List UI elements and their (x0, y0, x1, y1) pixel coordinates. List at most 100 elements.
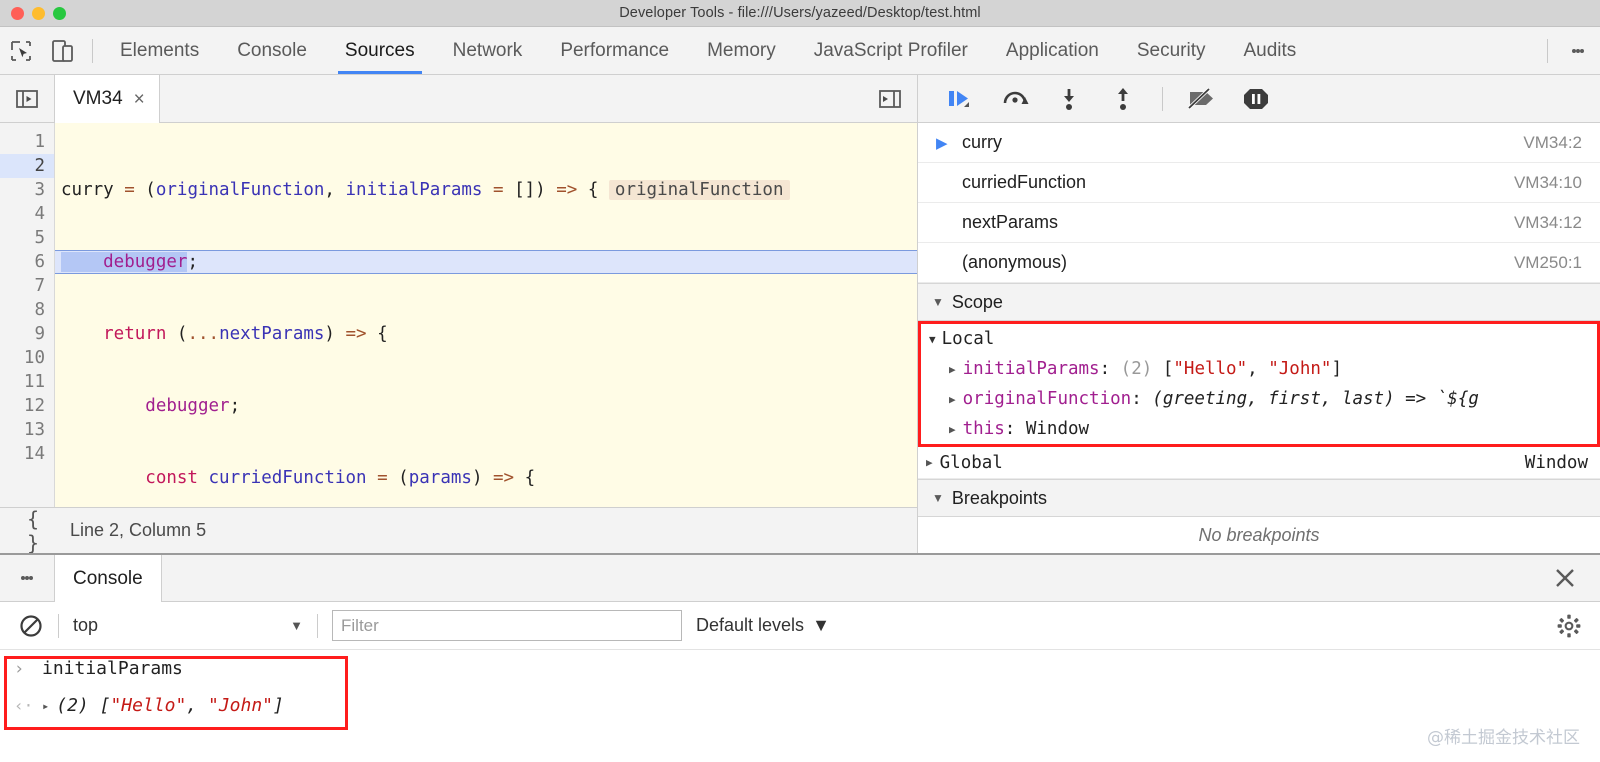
code-line-5: const curriedFunction = (params) => { (55, 466, 917, 490)
devtools-panel-tabbar: Elements Console Sources Network Perform… (0, 27, 1600, 75)
code-line-4: debugger; (55, 394, 917, 418)
device-toolbar-icon[interactable] (42, 27, 84, 74)
execution-context-selector[interactable]: top ▼ (73, 615, 303, 636)
call-stack-row[interactable]: ▶ curry VM34:2 (918, 123, 1600, 163)
editor-status-bar: { } Line 2, Column 5 (0, 507, 917, 553)
execution-context-value: top (73, 615, 98, 636)
call-stack-location: VM34:10 (1514, 173, 1582, 193)
file-tab-vm34[interactable]: VM34 × (54, 75, 160, 123)
line-number: 4 (0, 202, 54, 226)
call-stack-row[interactable]: curriedFunction VM34:10 (918, 163, 1600, 203)
sources-panel: VM34 × 1 2 3 (0, 75, 1600, 553)
tab-audits[interactable]: Audits (1224, 27, 1315, 74)
console-filter-input[interactable] (332, 610, 682, 641)
call-stack-row[interactable]: nextParams VM34:12 (918, 203, 1600, 243)
window-title-bar: Developer Tools - file:///Users/yazeed/D… (0, 0, 1600, 27)
pretty-print-icon[interactable]: { } (16, 507, 50, 555)
local-scope-toggle[interactable]: ▼ Local (921, 324, 1597, 354)
line-number-current: 2 (0, 154, 54, 178)
tab-security[interactable]: Security (1118, 27, 1225, 74)
toolbar-divider (92, 39, 93, 63)
console-input-message: › initialParams (0, 650, 1600, 687)
scope-entry-value: Window (1026, 419, 1089, 439)
resume-icon[interactable] (936, 79, 986, 119)
line-number: 12 (0, 394, 54, 418)
call-stack-function-name: (anonymous) (962, 252, 1067, 273)
line-number: 9 (0, 322, 54, 346)
call-stack-function-name: curry (962, 132, 1002, 153)
tab-javascript-profiler[interactable]: JavaScript Profiler (795, 27, 987, 74)
chevron-right-icon[interactable]: ▶ (949, 393, 956, 406)
breakpoints-empty-message: No breakpoints (918, 517, 1600, 553)
tab-application[interactable]: Application (987, 27, 1118, 74)
code-editor[interactable]: 1 2 3 4 5 6 7 8 9 10 11 12 13 14 curry = (0, 123, 917, 507)
breakpoints-section-header[interactable]: ▼ Breakpoints (918, 479, 1600, 517)
call-stack-location: VM34:2 (1523, 133, 1582, 153)
cursor-position: Line 2, Column 5 (70, 520, 206, 541)
scope-entry-colon: : (1131, 389, 1152, 409)
chevron-right-icon[interactable]: ▶ (926, 456, 933, 469)
expand-array-icon[interactable]: ▸ (42, 699, 49, 713)
tab-console[interactable]: Console (218, 27, 326, 74)
chevron-down-icon: ▼ (812, 615, 830, 636)
scope-entry-this[interactable]: ▶ this: Window (921, 414, 1597, 444)
deactivate-breakpoints-icon[interactable] (1177, 79, 1227, 119)
scope-entry-colon: : (1100, 359, 1121, 379)
scope-section-header[interactable]: ▼ Scope (918, 283, 1600, 321)
show-navigator-icon[interactable] (0, 75, 54, 122)
scope-entry-initialparams[interactable]: ▶ initialParams: (2) ["Hello", "John"] (921, 354, 1597, 384)
call-stack-function-name: nextParams (962, 212, 1058, 233)
drawer-tabstrip: Console (0, 555, 1600, 602)
kebab-menu-icon[interactable] (0, 555, 54, 601)
line-number: 10 (0, 346, 54, 370)
local-scope-highlight-box: ▼ Local ▶ initialParams: (2) ["Hello", "… (918, 321, 1600, 447)
devtools-window: Developer Tools - file:///Users/yazeed/D… (0, 0, 1600, 762)
editor-tabstrip-right (877, 75, 917, 122)
tab-memory[interactable]: Memory (688, 27, 795, 74)
step-out-icon[interactable] (1098, 79, 1148, 119)
chevron-down-icon: ▼ (932, 295, 944, 309)
step-over-icon[interactable] (990, 79, 1040, 119)
clear-console-icon[interactable] (18, 613, 44, 639)
show-debugger-icon[interactable] (877, 87, 903, 111)
line-number: 6 (0, 250, 54, 274)
call-stack-row[interactable]: (anonymous) VM250:1 (918, 243, 1600, 283)
inspect-cursor-icon[interactable] (0, 27, 42, 74)
scope-entry-global[interactable]: ▶ Global Window (918, 447, 1600, 479)
chevron-right-icon[interactable]: ▶ (949, 363, 956, 376)
tab-performance[interactable]: Performance (541, 27, 688, 74)
local-scope-label: Local (942, 329, 995, 349)
line-number-gutter: 1 2 3 4 5 6 7 8 9 10 11 12 13 14 (0, 123, 55, 507)
close-drawer-button[interactable] (1552, 555, 1600, 601)
tab-elements[interactable]: Elements (101, 27, 218, 74)
code-content[interactable]: curry = (originalFunction, initialParams… (55, 123, 917, 507)
console-toolbar-divider (58, 614, 59, 638)
console-input-text: initialParams (42, 658, 183, 679)
scope-entry-originalfunction[interactable]: ▶ originalFunction: (greeting, first, la… (921, 384, 1597, 414)
line-number: 1 (0, 130, 54, 154)
scope-entry-name: originalFunction (963, 389, 1132, 409)
console-toolbar: top ▼ Default levels ▼ (0, 602, 1600, 650)
debugger-sidebar: ▶ curry VM34:2 curriedFunction VM34:10 n… (918, 75, 1600, 553)
gear-icon[interactable] (1556, 613, 1582, 639)
window-title: Developer Tools - file:///Users/yazeed/D… (0, 5, 1600, 21)
kebab-menu-icon[interactable] (1556, 47, 1600, 55)
step-into-icon[interactable] (1044, 79, 1094, 119)
scope-section-title: Scope (952, 292, 1003, 313)
editor-tabstrip: VM34 × (0, 75, 917, 123)
drawer-tab-console[interactable]: Console (54, 555, 162, 602)
pause-on-exceptions-icon[interactable] (1231, 79, 1281, 119)
tab-network[interactable]: Network (434, 27, 542, 74)
console-messages[interactable]: › initialParams ‹· ▸ (2) ["Hello", "John… (0, 650, 1600, 762)
tab-sources[interactable]: Sources (326, 27, 434, 74)
code-line-2-current: debugger; (55, 250, 917, 274)
log-levels-selector[interactable]: Default levels ▼ (696, 615, 830, 636)
scope-entry-colon: : (1005, 419, 1026, 439)
chevron-right-icon[interactable]: ▶ (949, 423, 956, 436)
close-icon[interactable]: × (134, 90, 145, 109)
line-number: 11 (0, 370, 54, 394)
scope-entry-value: ["Hello", "John"] (1163, 359, 1342, 379)
panel-tabbar-right (1539, 39, 1600, 63)
line-number: 8 (0, 298, 54, 322)
result-chevron-icon: ‹· (14, 696, 42, 715)
